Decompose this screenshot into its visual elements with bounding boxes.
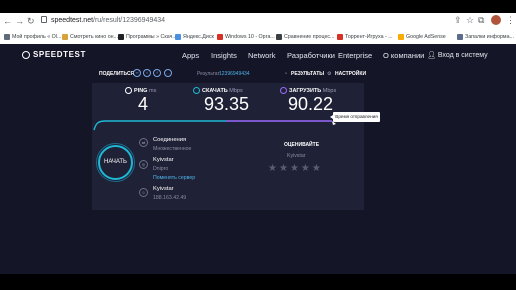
- facebook-icon[interactable]: f: [153, 69, 161, 77]
- forward-icon[interactable]: →: [15, 15, 24, 27]
- bookmark-favicon-icon: [217, 34, 223, 40]
- nav-insights[interactable]: Insights: [211, 51, 237, 60]
- server-icon: ◎: [139, 160, 148, 169]
- results-icon: ◔: [284, 71, 288, 77]
- bookmark-star-icon[interactable]: ☆: [466, 14, 474, 26]
- lock-icon[interactable]: [41, 16, 47, 23]
- extensions-icon[interactable]: ⧉: [478, 14, 484, 26]
- more-icon[interactable]: …: [164, 69, 172, 77]
- rating-stars: ★ ★ ★ ★ ★: [268, 164, 321, 174]
- change-server-link[interactable]: Поменять сервер: [153, 175, 195, 181]
- bookmark-item[interactable]: Windows 10 - Орга...: [217, 30, 275, 44]
- share-label: ПОДЕЛИТЬСЯ: [99, 71, 135, 77]
- bookmark-favicon-icon: [118, 34, 124, 40]
- rating-isp: Kyivstar: [287, 153, 306, 159]
- star-icon[interactable]: ★: [301, 164, 310, 174]
- nav-network[interactable]: Network: [248, 51, 276, 60]
- rating-title: ОЦЕНИВАЙТЕ: [284, 142, 320, 148]
- bookmark-label: Программы » Скач...: [126, 34, 177, 40]
- connections-title: Соединения: [153, 137, 187, 143]
- download-value: 93.35: [204, 94, 250, 114]
- nav-about[interactable]: О компании: [383, 51, 424, 60]
- download-graph-line: [93, 120, 226, 131]
- star-icon[interactable]: ★: [290, 164, 299, 174]
- bookmark-label: Google AdSense: [406, 34, 446, 40]
- results-link[interactable]: РЕЗУЛЬТАТЫ: [291, 71, 324, 77]
- connections-icon: ⇄: [139, 138, 148, 147]
- settings-icon: ⚙: [327, 71, 332, 77]
- result-id[interactable]: 12396949434: [219, 71, 250, 77]
- taskbar-area: [0, 274, 516, 290]
- reload-icon[interactable]: ↻: [27, 15, 35, 27]
- bookmark-label: Яндекс.Диск: [183, 34, 214, 40]
- bookmark-item[interactable]: Смотреть кино он...: [62, 30, 118, 44]
- bookmark-label: Смотреть кино он...: [70, 34, 119, 40]
- menu-dots-icon[interactable]: ⋮: [506, 14, 515, 26]
- bookmark-item[interactable]: Google AdSense: [398, 30, 446, 44]
- speedtest-logo-icon: [22, 50, 30, 59]
- profile-avatar[interactable]: [491, 15, 501, 25]
- result-label: Результат: [197, 71, 220, 77]
- login-link[interactable]: 👤︎ Вход в систему: [427, 51, 488, 59]
- upload-value: 90.22: [288, 94, 334, 114]
- bookmark-label: Запалки информа...: [465, 34, 514, 40]
- bookmark-label: Windows 10 - Орга...: [225, 34, 275, 40]
- window-top-bar: [0, 0, 516, 13]
- bookmark-favicon-icon: [398, 34, 404, 40]
- bookmark-label: Торрент-Игруха - ...: [345, 34, 393, 40]
- url-text[interactable]: speedtest.net/ru/result/12396949434: [51, 15, 165, 27]
- star-icon[interactable]: ★: [312, 164, 321, 174]
- bookmark-favicon-icon: [276, 34, 282, 40]
- bookmark-item[interactable]: Торрент-Игруха - ...: [337, 30, 393, 44]
- user-icon: 👤︎: [427, 52, 436, 59]
- brand-name: SPEEDTEST: [33, 50, 86, 59]
- speedtest-logo[interactable]: SPEEDTEST: [22, 50, 86, 59]
- share-page-icon[interactable]: ⇪: [454, 14, 462, 26]
- client-isp: Kyivstar: [153, 186, 174, 192]
- back-icon[interactable]: ←: [3, 15, 12, 27]
- settings-link[interactable]: НАСТРОЙКИ: [335, 71, 366, 77]
- star-icon[interactable]: ★: [279, 164, 288, 174]
- nav-developers[interactable]: Разработчики: [287, 51, 335, 60]
- speed-graph: [93, 120, 336, 131]
- bookmark-favicon-icon: [175, 34, 181, 40]
- connections-value: Множественное: [153, 146, 192, 152]
- server-isp: Kyivstar: [153, 157, 174, 163]
- bookmark-item[interactable]: Яндекс.Диск: [175, 30, 214, 44]
- ping-icon: [125, 87, 132, 94]
- bookmark-item[interactable]: Программы » Скач...: [118, 30, 177, 44]
- client-ip: 188.163.42.49: [153, 195, 187, 201]
- bookmark-favicon-icon: [4, 34, 10, 40]
- bookmark-label: Мой профиль « Ol...: [12, 34, 62, 40]
- bookmark-item[interactable]: Запалки информа...: [457, 30, 514, 44]
- bookmark-favicon-icon: [62, 34, 68, 40]
- bookmark-item[interactable]: Мой профиль « Ol...: [4, 30, 61, 44]
- bookmark-favicon-icon: [337, 34, 343, 40]
- bookmark-item[interactable]: Сравнение процес...: [276, 30, 334, 44]
- client-icon: ☺: [139, 188, 148, 197]
- server-city: Dnipro: [153, 166, 169, 172]
- upload-icon: [280, 87, 287, 94]
- bookmark-favicon-icon: [457, 34, 463, 40]
- graph-tooltip: Время отправления: [330, 112, 380, 122]
- nav-apps[interactable]: Apps: [182, 51, 199, 60]
- link-icon[interactable]: ∞: [133, 69, 141, 77]
- ping-value: 4: [138, 94, 149, 114]
- download-icon: [193, 87, 200, 94]
- twitter-icon[interactable]: t: [143, 69, 151, 77]
- nav-enterprise[interactable]: Enterprise: [338, 51, 372, 60]
- star-icon[interactable]: ★: [268, 164, 277, 174]
- bookmark-label: Сравнение процес...: [284, 34, 335, 40]
- go-button[interactable]: НАЧАТЬ: [98, 145, 133, 180]
